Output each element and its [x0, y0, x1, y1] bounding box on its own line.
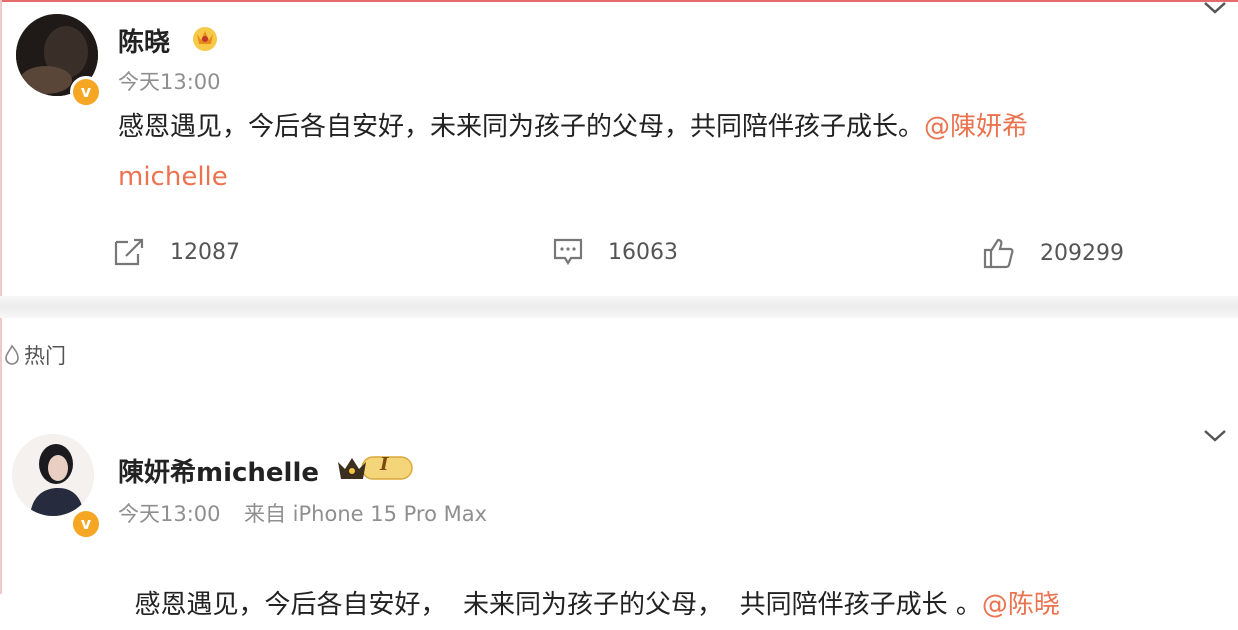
post-time: 今天13:00 — [118, 70, 221, 94]
comment-author-name[interactable]: 陳妍希michelle — [118, 452, 319, 489]
post-body: 感恩遇见，今后各自安好，未来同为孩子的父母，共同陪伴孩子成长。@陳妍希 mich… — [118, 102, 1178, 202]
comment-text: 感恩遇见，今后各自安好， 未来同为孩子的父母， 共同陪伴孩子成长 。 — [134, 590, 982, 620]
comment-body: 感恩遇见，今后各自安好， 未来同为孩子的父母， 共同陪伴孩子成长 。@陈晓 — [118, 530, 1198, 630]
hot-flame-icon — [5, 344, 19, 365]
section-divider — [0, 296, 1238, 318]
comment-time: 今天13:00 — [118, 502, 221, 526]
comment-count: 16063 — [608, 239, 678, 265]
like-button[interactable]: 209299 — [982, 236, 1124, 270]
post-author-name[interactable]: 陈晓 — [118, 22, 170, 59]
comment-button[interactable]: 16063 — [552, 236, 678, 268]
hot-section-header: 热门 — [4, 340, 66, 370]
repost-count: 12087 — [170, 239, 240, 265]
fan-level-text: I — [380, 454, 389, 475]
avatar-image — [12, 434, 94, 516]
comment-icon — [553, 238, 583, 266]
like-count: 209299 — [1040, 240, 1124, 266]
post-text: 感恩遇见，今后各自安好，未来同为孩子的父母，共同陪伴孩子成长。 — [118, 112, 925, 142]
commenter-avatar[interactable] — [12, 434, 94, 516]
repost-button[interactable]: 12087 — [112, 236, 240, 268]
verified-badge-icon: v — [70, 508, 102, 540]
fan-level-badge: I — [336, 452, 414, 482]
crown-fan-icon — [338, 456, 413, 480]
top-border — [0, 0, 1238, 2]
comment-source: 来自 iPhone 15 Pro Max — [244, 502, 488, 526]
post-mention-cont[interactable]: michelle — [118, 162, 228, 192]
chevron-down-icon[interactable] — [1202, 428, 1228, 448]
repost-icon — [114, 238, 144, 266]
hot-label: 热门 — [24, 344, 66, 368]
chevron-down-icon[interactable] — [1202, 0, 1228, 20]
verified-badge-icon: v — [70, 76, 102, 108]
thumbs-up-icon — [983, 238, 1014, 269]
comment-mention[interactable]: @陈晓 — [982, 590, 1060, 620]
crown-vip-icon — [190, 22, 220, 56]
post-mention[interactable]: @陳妍希 — [924, 112, 1028, 142]
